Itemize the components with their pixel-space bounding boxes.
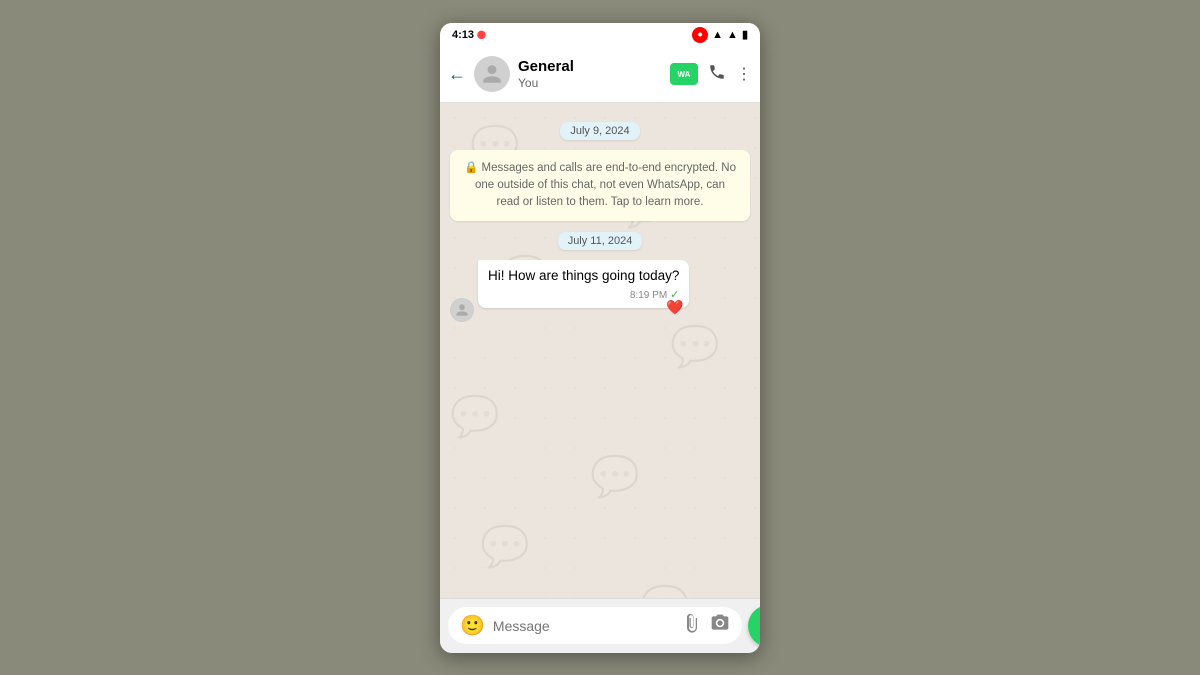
battery-icon: ▮: [742, 28, 748, 41]
record-icon: ⬤: [477, 30, 486, 39]
mic-button[interactable]: [748, 605, 760, 647]
message-time: 8:19 PM: [630, 289, 667, 303]
input-bar: 🙂: [440, 598, 760, 653]
call-icon[interactable]: [708, 63, 726, 86]
contact-info: General You: [518, 58, 662, 90]
signal-icon: ▲: [727, 29, 738, 41]
encryption-notice[interactable]: 🔒 Messages and calls are end-to-end encr…: [450, 150, 750, 222]
message-meta: 8:19 PM ✓: [488, 288, 679, 303]
chat-content: July 9, 2024 🔒 Messages and calls are en…: [450, 121, 750, 322]
chat-header: ← General You WA ⋮: [440, 47, 760, 103]
message-bubble[interactable]: Hi! How are things going today? 8:19 PM …: [478, 260, 689, 307]
record-dot-icon: ⏺: [692, 27, 708, 43]
date-label-1: July 9, 2024: [450, 121, 750, 140]
header-actions: WA ⋮: [670, 63, 752, 86]
back-button[interactable]: ←: [448, 64, 466, 85]
wifi-icon: ▲: [712, 29, 723, 41]
phone-frame: 4:13 ⬤ ⏺ ▲ ▲ ▮ ← General You WA: [440, 23, 760, 653]
date-label-2: July 11, 2024: [450, 231, 750, 250]
camera-button[interactable]: [710, 613, 730, 638]
contact-avatar: [474, 56, 510, 92]
status-time: 4:13: [452, 29, 474, 41]
message-row: Hi! How are things going today? 8:19 PM …: [450, 260, 750, 321]
contact-name: General: [518, 58, 662, 76]
wa-button[interactable]: WA: [670, 63, 698, 85]
chat-body: 💬 💬 💬 💬 💬 💬 💬 💬 July 9, 2024 🔒 Messages …: [440, 103, 760, 598]
message-avatar: [450, 298, 474, 322]
message-input-wrapper: 🙂: [448, 607, 742, 644]
message-input[interactable]: [493, 618, 674, 634]
menu-icon[interactable]: ⋮: [736, 64, 752, 84]
emoji-button[interactable]: 🙂: [460, 613, 485, 638]
attach-button[interactable]: [682, 613, 702, 638]
contact-subtitle: You: [518, 76, 662, 90]
status-bar: 4:13 ⬤ ⏺ ▲ ▲ ▮: [440, 23, 760, 47]
message-text: Hi! How are things going today?: [488, 268, 679, 283]
message-reaction[interactable]: ❤️: [666, 298, 683, 318]
